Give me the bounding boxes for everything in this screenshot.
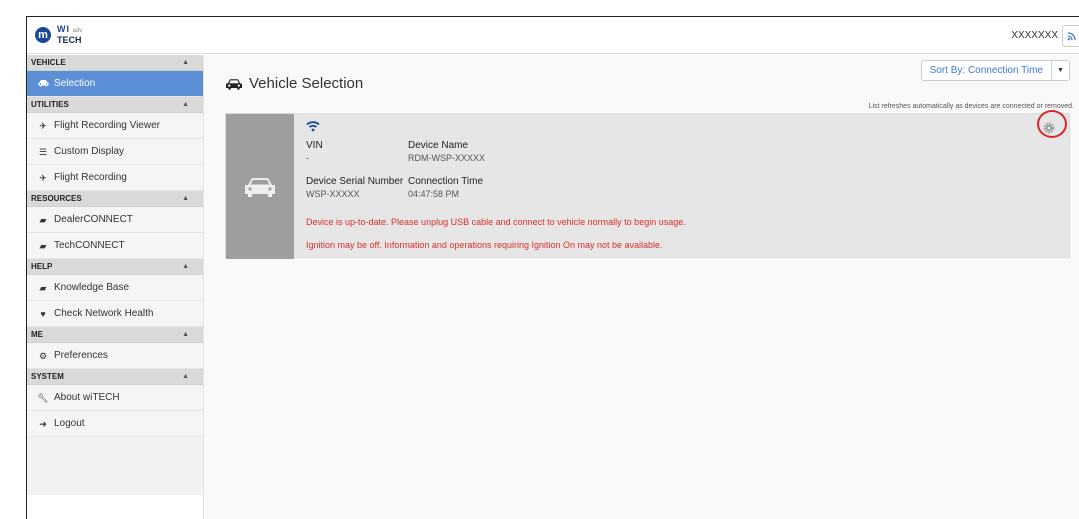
usb-warning: Device is up-to-date. Please unplug USB … — [306, 217, 686, 227]
sidebar-item-about-witech[interactable]: 🔧︎ About wiTECH — [27, 385, 203, 411]
page-title: Vehicle Selection — [225, 75, 363, 92]
caret-up-icon: ▲ — [182, 101, 189, 108]
section-utilities[interactable]: UTILITIES ▲ — [27, 97, 203, 113]
car-icon — [226, 78, 242, 90]
connection-time-field: Connection Time 04:47:58 PM — [408, 176, 484, 199]
witech-wordmark: WI adv TECH — [57, 24, 83, 45]
sidebar-item-dealerconnect[interactable]: ▰ DealerCONNECT — [27, 207, 203, 233]
book-icon: ▰ — [39, 240, 47, 251]
rss-button[interactable] — [1062, 25, 1079, 47]
section-me[interactable]: ME ▲ — [27, 327, 203, 343]
sidebar-item-check-network-health[interactable]: ♥ Check Network Health — [27, 301, 203, 327]
device-card[interactable]: VIN - Device Name RDM-WSP-XXXXX Device S… — [225, 110, 1070, 259]
ignition-warning: Ignition may be off. Information and ope… — [306, 240, 663, 250]
sidebar-footer — [27, 495, 204, 519]
sidebar-item-flight-recording-viewer[interactable]: ✈ Flight Recording Viewer — [27, 113, 203, 139]
top-bar: m WI adv TECH XXXXXXX — [27, 17, 1079, 54]
refresh-note: List refreshes automatically as devices … — [868, 103, 1074, 110]
list-icon: ☰ — [38, 146, 48, 157]
sidebar-item-selection[interactable]: Selection — [27, 71, 203, 97]
caret-up-icon: ▲ — [182, 331, 189, 338]
serial-number-field: Device Serial Number WSP-XXXXX — [306, 176, 404, 199]
plane-icon: ✈ — [39, 120, 47, 131]
section-vehicle[interactable]: VEHICLE ▲ — [27, 55, 203, 71]
sort-dropdown[interactable]: Sort By: Connection Time ▼ — [920, 60, 1070, 81]
sidebar-item-knowledge-base[interactable]: ▰ Knowledge Base — [27, 275, 203, 301]
vehicle-tile — [226, 114, 294, 259]
preferences-icon: ⚙ — [38, 350, 48, 361]
book-icon: ▰ — [39, 282, 47, 293]
section-system[interactable]: SYSTEM ▲ — [27, 369, 203, 385]
highlight-ring — [1037, 110, 1067, 138]
user-name[interactable]: XXXXXXX — [1011, 30, 1058, 41]
caret-up-icon: ▲ — [182, 373, 189, 380]
book-icon: ▰ — [39, 214, 47, 225]
chevron-down-icon[interactable]: ▼ — [1052, 60, 1070, 81]
car-icon — [37, 71, 49, 97]
app-window: m WI adv TECH XXXXXXX VEHICLE ▲ Selectio… — [26, 16, 1079, 519]
sidebar-item-custom-display[interactable]: ☰ Custom Display — [27, 139, 203, 165]
plane-icon: ✈ — [39, 172, 47, 183]
caret-up-icon: ▲ — [182, 195, 189, 202]
mopar-logo: m — [35, 27, 51, 43]
sort-button[interactable]: Sort By: Connection Time — [920, 60, 1052, 81]
rss-icon — [1067, 31, 1076, 40]
car-front-icon — [245, 177, 275, 197]
wi-tech-logo[interactable]: m WI adv TECH — [35, 25, 82, 45]
logout-icon: ➜ — [39, 418, 47, 429]
sidebar-item-techconnect[interactable]: ▰ TechCONNECT — [27, 233, 203, 259]
sidebar-item-flight-recording[interactable]: ✈ Flight Recording — [27, 165, 203, 191]
wifi-icon — [306, 121, 320, 132]
main-content: Vehicle Selection Sort By: Connection Ti… — [205, 55, 1079, 519]
heartbeat-icon: ♥ — [40, 308, 46, 319]
sidebar-item-logout[interactable]: ➜ Logout — [27, 411, 203, 437]
wrench-icon: 🔧︎ — [37, 392, 49, 403]
sidebar: VEHICLE ▲ Selection UTILITIES ▲ ✈ Flight… — [27, 55, 204, 495]
device-name-field: Device Name RDM-WSP-XXXXX — [408, 140, 486, 163]
caret-up-icon: ▲ — [182, 59, 189, 66]
section-resources[interactable]: RESOURCES ▲ — [27, 191, 203, 207]
vin-field: VIN - — [306, 140, 323, 163]
caret-up-icon: ▲ — [182, 263, 189, 270]
section-help[interactable]: HELP ▲ — [27, 259, 203, 275]
sidebar-item-preferences[interactable]: ⚙ Preferences — [27, 343, 203, 369]
